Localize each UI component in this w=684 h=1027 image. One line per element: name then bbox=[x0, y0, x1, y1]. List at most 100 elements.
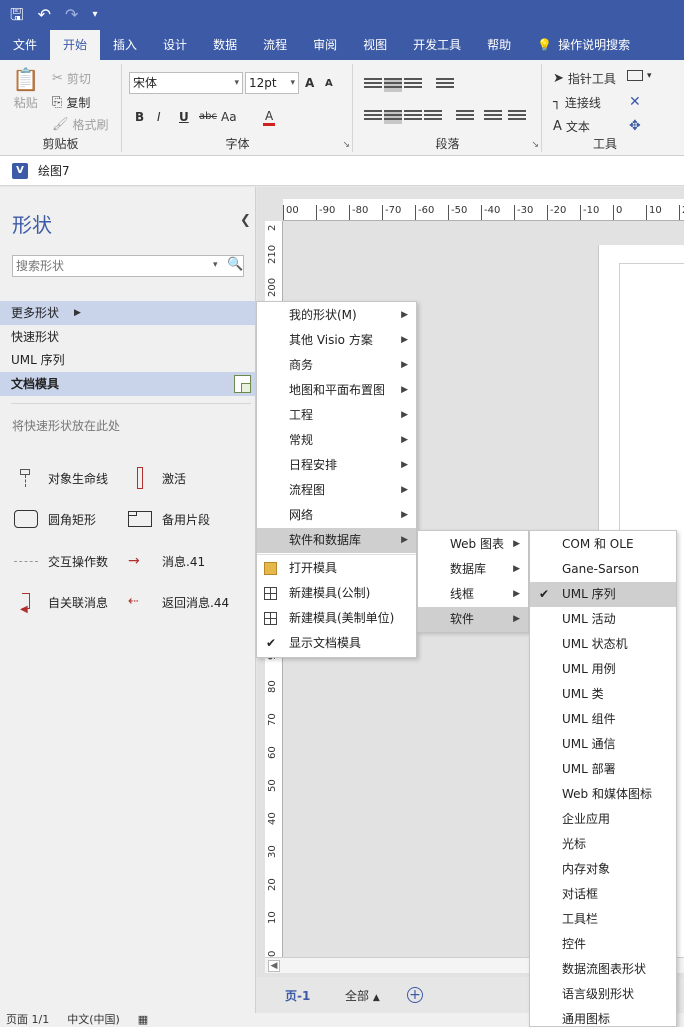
strikethrough-button[interactable]: abc bbox=[199, 111, 217, 122]
redo-icon[interactable]: ↷ bbox=[65, 7, 78, 23]
tab-help[interactable]: 帮助 bbox=[474, 30, 524, 60]
copy-button[interactable]: ⎘ 复制 bbox=[52, 94, 90, 111]
tab-design[interactable]: 设计 bbox=[150, 30, 200, 60]
chevron-down-icon[interactable]: ▾ bbox=[213, 260, 218, 270]
tab-view[interactable]: 视图 bbox=[350, 30, 400, 60]
format-painter-button[interactable]: 🖌 格式刷 bbox=[52, 116, 109, 133]
menu-item[interactable]: 常规 ▶ bbox=[257, 428, 416, 453]
all-pages-button[interactable]: 全部 ▲ bbox=[345, 987, 380, 1004]
shape-activation[interactable]: 激活 bbox=[128, 467, 186, 489]
menu-item[interactable]: Web 和媒体图标 bbox=[530, 782, 676, 807]
menu-item[interactable]: UML 类 bbox=[530, 682, 676, 707]
bold-button[interactable]: B bbox=[135, 110, 144, 124]
menu-item[interactable]: 工具栏 bbox=[530, 907, 676, 932]
menu-item[interactable]: 语言级别形状 bbox=[530, 982, 676, 1007]
menu-item[interactable]: 对话框 bbox=[530, 882, 676, 907]
macro-icon[interactable]: ▦ bbox=[138, 1013, 148, 1027]
align-center-icon[interactable] bbox=[384, 110, 402, 124]
tab-file[interactable]: 文件 bbox=[0, 30, 50, 60]
underline-button[interactable]: U bbox=[179, 110, 189, 124]
delete-connector-button[interactable]: ✕ bbox=[629, 94, 641, 110]
menu-item[interactable]: UML 组件 bbox=[530, 707, 676, 732]
align-bottom-icon[interactable] bbox=[404, 78, 422, 92]
language-status[interactable]: 中文(中国) bbox=[67, 1013, 120, 1027]
tab-process[interactable]: 流程 bbox=[250, 30, 300, 60]
shrink-font-button[interactable]: A bbox=[325, 78, 333, 89]
tab-developer[interactable]: 开发工具 bbox=[400, 30, 474, 60]
menu-item[interactable]: 内存对象 bbox=[530, 857, 676, 882]
tab-home[interactable]: 开始 bbox=[50, 30, 101, 60]
shape-message[interactable]: → 消息.41 bbox=[128, 550, 205, 572]
align-left-icon[interactable] bbox=[364, 110, 382, 124]
justify-icon[interactable] bbox=[424, 110, 442, 124]
menu-action[interactable]: 新建模具(公制) bbox=[257, 581, 416, 606]
align-right-icon[interactable] bbox=[404, 110, 422, 124]
menu-item[interactable]: 光标 bbox=[530, 832, 676, 857]
menu-item[interactable]: UML 通信 bbox=[530, 732, 676, 757]
nav-quick-shapes[interactable]: 快速形状 bbox=[0, 325, 256, 349]
tab-review[interactable]: 审阅 bbox=[300, 30, 350, 60]
save-icon[interactable]: 🖫 bbox=[10, 7, 24, 23]
grow-font-button[interactable]: A bbox=[305, 76, 314, 90]
menu-item[interactable]: 商务 ▶ bbox=[257, 353, 416, 378]
shape-return-message[interactable]: ⇠ 返回消息.44 bbox=[128, 591, 229, 613]
tab-data[interactable]: 数据 bbox=[200, 30, 250, 60]
increase-indent-icon[interactable] bbox=[508, 110, 526, 124]
paste-button[interactable]: 📋 粘贴 bbox=[12, 70, 39, 111]
tab-insert[interactable]: 插入 bbox=[100, 30, 150, 60]
add-page-icon[interactable]: + bbox=[407, 987, 423, 1003]
font-family-select[interactable]: 宋体 ▾ bbox=[129, 72, 243, 94]
bullets-icon[interactable] bbox=[436, 78, 454, 92]
shape-object-lifeline[interactable]: 对象生命线 bbox=[14, 467, 108, 489]
menu-item[interactable]: 流程图 ▶ bbox=[257, 478, 416, 503]
text-tool-button[interactable]: A 文本 bbox=[553, 118, 590, 135]
menu-action[interactable]: 打开模具 bbox=[257, 556, 416, 581]
nav-more-shapes[interactable]: 更多形状 ▶ bbox=[0, 301, 256, 325]
collapse-icon[interactable]: ❮ bbox=[240, 213, 251, 228]
text-direction-icon[interactable] bbox=[456, 110, 474, 124]
shape-rounded-rect[interactable]: 圆角矩形 bbox=[14, 508, 96, 530]
menu-item[interactable]: 软件和数据库 ▶ bbox=[257, 528, 416, 553]
nav-document-stencil[interactable]: 文档模具 bbox=[0, 372, 256, 396]
menu-item[interactable]: 控件 bbox=[530, 932, 676, 957]
search-icon[interactable]: 🔍 bbox=[227, 257, 243, 272]
rectangle-shape-button[interactable]: ▾ bbox=[627, 70, 652, 81]
shapes-search-input[interactable] bbox=[13, 256, 203, 276]
menu-item[interactable]: UML 用例 bbox=[530, 657, 676, 682]
cut-button[interactable]: ✂ 剪切 bbox=[52, 70, 91, 87]
menu-item[interactable]: Gane-Sarson bbox=[530, 557, 676, 582]
menu-item[interactable]: UML 部署 bbox=[530, 757, 676, 782]
menu-item[interactable]: 其他 Visio 方案 ▶ bbox=[257, 328, 416, 353]
connector-button[interactable]: ┐ 连接线 bbox=[553, 94, 601, 111]
stencil-icon[interactable] bbox=[234, 375, 251, 393]
font-size-select[interactable]: 12pt ▾ bbox=[245, 72, 299, 94]
connection-point-button[interactable]: ✥ bbox=[629, 118, 641, 134]
menu-item[interactable]: 数据库 ▶ bbox=[418, 557, 528, 582]
menu-item[interactable]: 线框 ▶ bbox=[418, 582, 528, 607]
menu-item[interactable]: COM 和 OLE bbox=[530, 532, 676, 557]
menu-action[interactable]: ✔ 显示文档模具 bbox=[257, 631, 416, 656]
change-case-button[interactable]: Aa bbox=[221, 110, 237, 124]
menu-action[interactable]: 新建模具(美制单位) bbox=[257, 606, 416, 631]
menu-item[interactable]: Web 图表 ▶ bbox=[418, 532, 528, 557]
menu-item[interactable]: 企业应用 bbox=[530, 807, 676, 832]
menu-item[interactable]: 网络 ▶ bbox=[257, 503, 416, 528]
scroll-left-icon[interactable]: ◀ bbox=[268, 960, 280, 972]
nav-uml-sequence[interactable]: UML 序列 bbox=[0, 348, 256, 372]
page-tab-1[interactable]: 页-1 bbox=[285, 987, 310, 1004]
page-count-status[interactable]: 页面 1/1 bbox=[6, 1013, 49, 1027]
menu-item[interactable]: 工程 ▶ bbox=[257, 403, 416, 428]
shape-self-message[interactable]: ◀ 自关联消息 bbox=[14, 591, 108, 615]
shape-alt-fragment[interactable]: 备用片段 bbox=[128, 508, 210, 530]
italic-button[interactable]: I bbox=[157, 110, 161, 124]
font-color-button[interactable]: A bbox=[263, 109, 276, 126]
menu-item[interactable]: UML 活动 bbox=[530, 607, 676, 632]
document-name[interactable]: 绘图7 bbox=[38, 162, 70, 179]
menu-item[interactable]: 数据流图表形状 bbox=[530, 957, 676, 982]
menu-item[interactable]: 地图和平面布置图 ▶ bbox=[257, 378, 416, 403]
menu-item[interactable]: 我的形状(M) ▶ bbox=[257, 303, 416, 328]
menu-item[interactable]: 日程安排 ▶ bbox=[257, 453, 416, 478]
menu-item[interactable]: 通用图标 bbox=[530, 1007, 676, 1027]
tell-me-search[interactable]: 💡 操作说明搜索 bbox=[524, 30, 643, 60]
align-middle-icon[interactable] bbox=[384, 78, 402, 92]
